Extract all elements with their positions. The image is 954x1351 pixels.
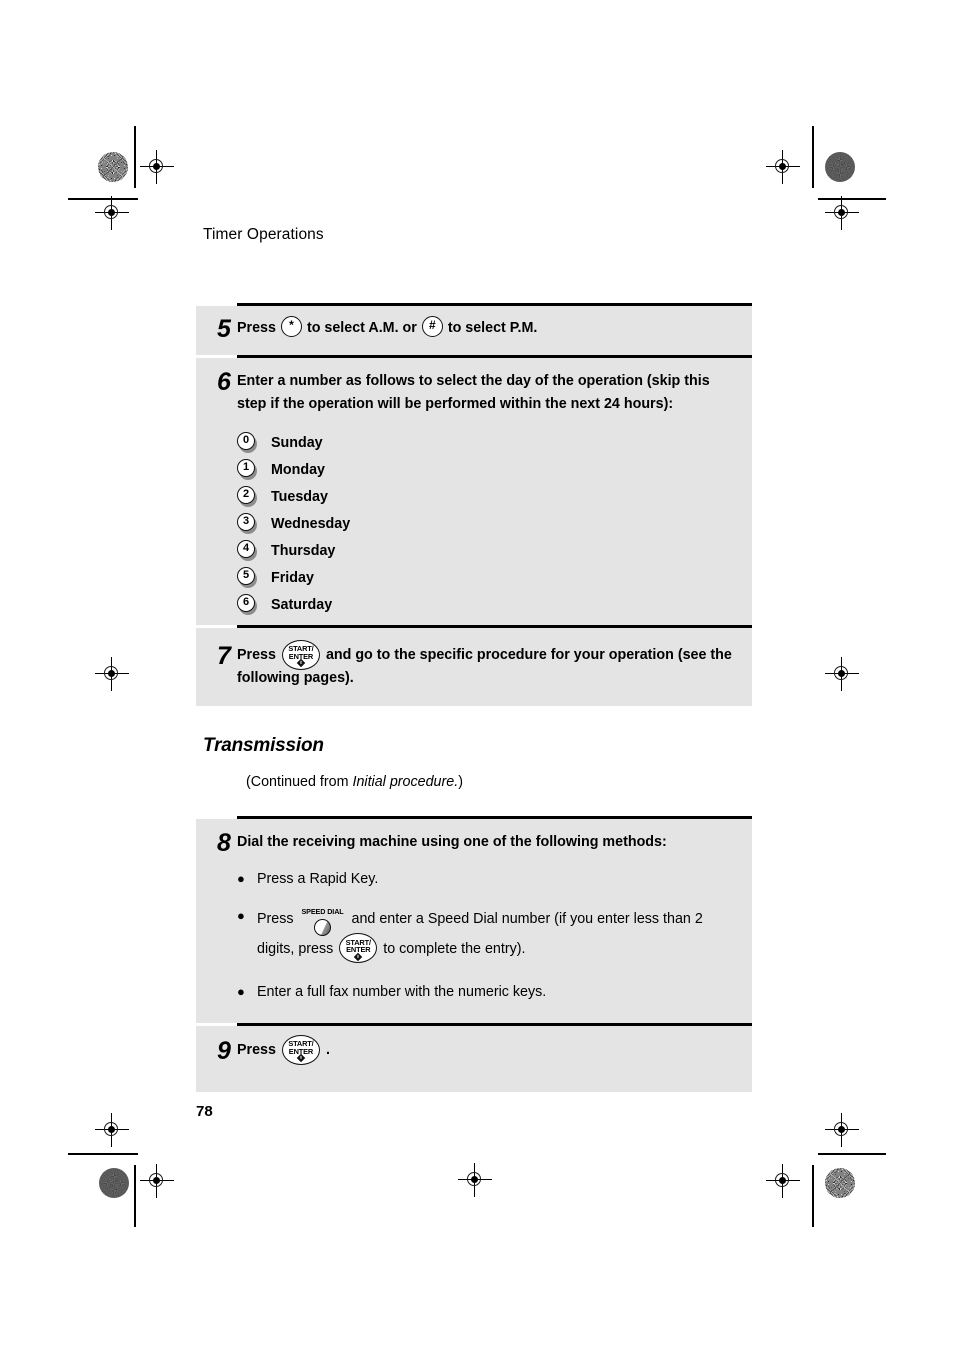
density-patch-bottom-left — [99, 1168, 129, 1198]
registration-target-top-left — [140, 150, 174, 184]
day-label-thursday: Thursday — [271, 542, 336, 559]
crop-rule-lower-left-horizontal — [68, 1153, 138, 1155]
step-9-panel: 9 Press START/ ENTER . — [196, 1026, 752, 1092]
day-option-sunday: 0 Sunday — [237, 429, 752, 456]
step-5-number: 5 — [217, 315, 231, 343]
crop-rule-upper-left-horizontal — [68, 198, 138, 200]
crop-rule-bottom-right-vertical — [812, 1165, 814, 1227]
step-6-panel: 6 Enter a number as follows to select th… — [196, 358, 752, 625]
step-5-text-after: to select P.M. — [447, 320, 538, 336]
registration-target-upper-right — [825, 196, 859, 230]
dial-method-speed-dial-text: Press SPEED DIAL and enter a Speed Dial … — [257, 905, 752, 964]
day-selection-list: 0 Sunday 1 Monday 2 Tuesday 3 Wednesday … — [237, 429, 752, 618]
page-number: 78 — [196, 1103, 213, 1120]
day-label-monday: Monday — [271, 461, 326, 478]
step-5-panel: 5 Press * to select A.M. or # to select … — [196, 306, 752, 355]
step-6-number: 6 — [217, 368, 231, 396]
crop-rule-upper-right-horizontal — [818, 198, 886, 200]
registration-target-lower-right — [825, 1113, 859, 1147]
step-8-number: 8 — [217, 829, 231, 857]
registration-target-lower-left — [95, 1113, 129, 1147]
registration-target-bottom-left — [140, 1164, 174, 1198]
bullet-icon: ● — [237, 871, 245, 887]
dial-method-rapid-key-text: Press a Rapid Key. — [257, 871, 379, 888]
step-7-text-before: Press — [237, 647, 276, 663]
registration-target-mid-left — [95, 657, 129, 691]
day-label-saturday: Saturday — [271, 596, 333, 613]
section-heading-transmission: Transmission — [203, 735, 324, 756]
step-5-text-middle: to select A.M. or — [306, 320, 417, 336]
dial-method-rapid-key: ● Press a Rapid Key. — [237, 868, 752, 891]
step-5-text: Press * to select A.M. or # to select P.… — [237, 316, 752, 340]
crop-rule-bottom-left-vertical — [134, 1165, 136, 1227]
dial-method-full-number-text: Enter a full fax number with the numeric… — [257, 983, 547, 1000]
digit-3-key-icon: 3 — [237, 513, 258, 534]
digit-4-key-icon: 4 — [237, 540, 258, 561]
step-9-text-before: Press — [237, 1042, 276, 1058]
step-8: 8 Dial the receiving machine using one o… — [196, 819, 752, 1027]
digit-0-key-icon: 0 — [237, 432, 258, 453]
crop-rule-top-left-vertical — [134, 126, 136, 188]
digit-5-key-icon: 5 — [237, 567, 258, 588]
step-7-text: Press START/ ENTER and go to the specifi… — [237, 639, 752, 690]
density-patch-top-left — [98, 152, 128, 182]
crop-rule-lower-right-horizontal — [818, 1153, 886, 1155]
density-patch-bottom-right — [825, 1168, 855, 1198]
registration-target-bottom-center — [458, 1163, 492, 1197]
step-9-text: Press START/ ENTER . — [237, 1034, 752, 1065]
day-label-friday: Friday — [271, 569, 314, 586]
star-key-icon: * — [280, 316, 302, 338]
start-enter-key-icon: START/ ENTER — [281, 1034, 320, 1065]
day-option-saturday: 6 Saturday — [237, 591, 752, 618]
continued-reference: Initial procedure. — [352, 774, 459, 790]
day-label-wednesday: Wednesday — [271, 515, 351, 532]
dial-method-full-number: ● Enter a full fax number with the numer… — [237, 981, 752, 1004]
registration-target-top-right — [766, 150, 800, 184]
digit-6-key-icon: 6 — [237, 594, 258, 615]
step-9-text-after: . — [325, 1042, 330, 1058]
registration-target-bottom-right — [766, 1164, 800, 1198]
day-option-monday: 1 Monday — [237, 456, 752, 483]
bullet-icon: ● — [237, 908, 245, 924]
digit-1-key-icon: 1 — [237, 459, 258, 480]
day-label-sunday: Sunday — [271, 434, 323, 451]
day-option-wednesday: 3 Wednesday — [237, 510, 752, 537]
registration-target-upper-left — [95, 196, 129, 230]
start-enter-key-icon: START/ ENTER — [339, 933, 378, 964]
day-option-friday: 5 Friday — [237, 564, 752, 591]
step-6: 6 Enter a number as follows to select th… — [196, 358, 752, 618]
day-option-thursday: 4 Thursday — [237, 537, 752, 564]
crop-rule-top-right-vertical — [812, 126, 814, 188]
dial-methods-list: ● Press a Rapid Key. ● Press SPEED DIAL … — [237, 868, 752, 1004]
registration-target-mid-right — [825, 657, 859, 691]
density-patch-top-right — [825, 152, 855, 182]
start-enter-key-icon: START/ ENTER — [281, 639, 320, 670]
step-8-text: Dial the receiving machine using one of … — [237, 834, 667, 850]
step-7-panel: 7 Press START/ ENTER and go to the speci… — [196, 628, 752, 706]
continued-prefix: (Continued from — [246, 774, 353, 790]
hash-key-icon: # — [421, 316, 443, 338]
digit-2-key-icon: 2 — [237, 486, 258, 507]
step-6-text: Enter a number as follows to select the … — [237, 373, 710, 413]
step-5-text-before: Press — [237, 320, 276, 336]
speed-dial-key-icon: SPEED DIAL — [301, 907, 345, 940]
day-label-tuesday: Tuesday — [271, 488, 328, 505]
step-5: 5 Press * to select A.M. or # to select … — [196, 306, 752, 342]
continued-suffix: ) — [458, 774, 463, 790]
step-8-panel: 8 Dial the receiving machine using one o… — [196, 819, 752, 1027]
running-head: Timer Operations — [203, 226, 324, 243]
continued-from-note: (Continued from Initial procedure.) — [246, 774, 463, 790]
bullet-icon: ● — [237, 983, 245, 999]
day-option-tuesday: 2 Tuesday — [237, 483, 752, 510]
speed-dial-text-before: Press — [257, 911, 294, 928]
step-9-number: 9 — [217, 1037, 231, 1065]
step-9: 9 Press START/ ENTER . — [196, 1026, 752, 1065]
step-7: 7 Press START/ ENTER and go to the speci… — [196, 628, 752, 690]
dial-method-speed-dial: ● Press SPEED DIAL and enter a Speed Dia… — [237, 905, 752, 964]
step-7-number: 7 — [217, 642, 231, 670]
speed-dial-text-after: to complete the entry). — [383, 940, 526, 957]
